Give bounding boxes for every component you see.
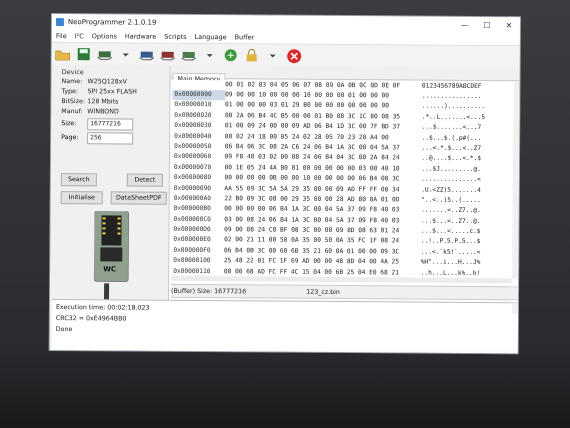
search-button[interactable]: Search	[60, 173, 97, 187]
chevron-down-icon[interactable]	[117, 46, 135, 62]
read-chip-icon[interactable]	[96, 46, 114, 62]
hex-address: 0x000000E0	[173, 236, 211, 244]
menu-file[interactable]: File	[52, 32, 71, 40]
hex-horizontal-scrollbar[interactable]	[171, 275, 513, 284]
tab-strip: Main Memory	[170, 65, 520, 86]
ascii-column-header: 0123456789ABCDEF	[421, 82, 482, 91]
hex-address: 0x00000040	[174, 132, 212, 140]
label: Size:	[61, 120, 77, 128]
log-scrollbar[interactable]	[511, 303, 518, 315]
save-icon[interactable]	[75, 46, 93, 62]
hex-ascii: ...$...<.....c.$	[420, 227, 481, 236]
buffer-size-status: (Buffer) Size: 16777216	[171, 287, 247, 295]
hex-ascii: .......<..Z7..@.	[421, 206, 481, 215]
label: Page:	[61, 134, 79, 142]
size-field[interactable]: 16777216	[87, 117, 134, 131]
hex-address: 0x00000050	[174, 142, 212, 151]
detect-button[interactable]: Detect	[126, 173, 163, 187]
hex-ascii: ...<.*.$...<..Z7	[421, 144, 482, 152]
hex-address: 0x000000A0	[173, 194, 212, 203]
device-name-value: W25Q128xV	[87, 77, 127, 86]
hex-ascii: ...$J.........@.	[421, 165, 481, 173]
hex-ascii: ..@....$...<.*.$	[421, 154, 482, 163]
close-button[interactable]: ✕	[498, 21, 520, 30]
menu-i2c[interactable]: I²C	[71, 32, 88, 40]
maximize-button[interactable]: ☐	[476, 20, 498, 30]
hex-ascii: .*..L.......<...5	[421, 113, 486, 121]
hex-ascii: ......)..........	[421, 102, 486, 111]
addr-header-spacer	[172, 80, 225, 90]
hex-address: 0x00000070	[173, 163, 212, 171]
app-window: NeoProgrammer 2.1.0.19 — ☐ ✕ File I²C Op…	[49, 14, 520, 354]
menu-buffer[interactable]: Buffer	[231, 33, 259, 41]
hex-ascii: ...$...<..Z7..@.	[420, 217, 481, 225]
write-chip-icon[interactable]	[138, 47, 156, 63]
page-field[interactable]: 256	[87, 131, 134, 145]
open-folder-icon[interactable]	[54, 46, 72, 62]
hex-ascii: ..$...$.(.p#(...	[421, 134, 482, 142]
hex-address: 0x00000100	[173, 257, 211, 265]
hex-address: 0x00000030	[174, 122, 212, 130]
device-type-value: SPI 25xx FLASH	[87, 87, 137, 96]
device-bitsize-value: 128 Mbits	[87, 97, 119, 105]
label: Type:	[61, 87, 79, 95]
device-manuf-row: Manuf: WINBOND	[61, 106, 169, 117]
initialise-button[interactable]: Initialise	[60, 191, 103, 205]
hex-ascii: ................	[421, 92, 482, 101]
status-bar: (Buffer) Size: 16777216 123_cz.bin	[171, 283, 519, 301]
hex-address: 0x00000060	[173, 153, 212, 161]
size-row: Size: 16777216	[61, 117, 169, 131]
hex-address: 0x00000080	[173, 173, 212, 182]
datasheet-button[interactable]: DataSheetPDF	[110, 191, 167, 205]
monitor-bezel-shadow	[0, 348, 570, 428]
hex-ascii: ...$.......<...7	[421, 123, 482, 132]
menu-hardware[interactable]: Hardware	[121, 32, 160, 41]
auto-program-icon[interactable]	[222, 47, 240, 63]
hex-address: 0x000000F0	[173, 246, 211, 254]
main-body: Device Name: W25Q128xV Type: SPI 25xx FLAS…	[49, 64, 520, 354]
menu-scripts[interactable]: Scripts	[160, 33, 190, 41]
stop-icon[interactable]	[285, 48, 303, 64]
hex-rows: 0x00000000 09 00 00 10 00 00 00 10 00 00 …	[171, 89, 513, 279]
hex-ascii: %H"...i...H...J%	[420, 258, 481, 267]
hex-address: 0x000000D0	[173, 225, 211, 234]
hex-ascii: .U.<ZZ)5.......4	[421, 186, 481, 194]
chip-label: WC	[103, 265, 117, 274]
label: Name:	[61, 77, 83, 85]
minimize-button[interactable]: —	[454, 20, 476, 29]
device-manuf-value: WINBOND	[87, 107, 119, 115]
label: Manuf:	[61, 107, 83, 115]
label: BitSize:	[61, 97, 86, 105]
hex-address: 0x000000B0	[173, 205, 211, 213]
chevron-down-icon[interactable]	[201, 47, 219, 63]
chevron-down-icon[interactable]	[264, 47, 282, 63]
hex-address: 0x000000C0	[173, 215, 211, 223]
memory-panel: Main Memory 00 01 02 03 04 05 06 07 08 0…	[51, 65, 520, 354]
lock-icon[interactable]	[243, 47, 261, 63]
hex-address: 0x00000090	[173, 184, 212, 192]
app-icon	[55, 18, 64, 27]
page-row: Page: 256	[61, 131, 169, 145]
hex-editor[interactable]: 00 01 02 03 04 05 06 07 08 09 0A 0B 0C 0…	[171, 79, 514, 279]
file-name-status: 123_cz.bin	[306, 288, 340, 296]
log-line-done: Done	[55, 326, 73, 334]
hex-ascii: ..!..P.5.P.5...$	[420, 238, 481, 246]
hex-address: 0x00000020	[174, 111, 212, 119]
hex-ascii: ...............<	[421, 175, 481, 184]
hex-ascii: ...<.`k5!`.....<	[420, 248, 481, 256]
hex-address: 0x00000010	[174, 101, 212, 109]
verify-chip-icon[interactable]	[180, 47, 198, 63]
menu-options[interactable]: Options	[88, 32, 121, 40]
log-panel[interactable]: Execution time: 00:02:18.023 CRC32 = 0xE…	[51, 299, 518, 354]
erase-chip-icon[interactable]	[159, 47, 177, 63]
hex-ascii: "..<..)5..(.....	[421, 196, 481, 204]
window-title: NeoProgrammer 2.1.0.19	[67, 18, 157, 27]
hex-address: 0x00000000	[172, 89, 226, 101]
menu-language[interactable]: Language	[191, 33, 231, 41]
programmer-diagram: WC	[93, 211, 131, 312]
